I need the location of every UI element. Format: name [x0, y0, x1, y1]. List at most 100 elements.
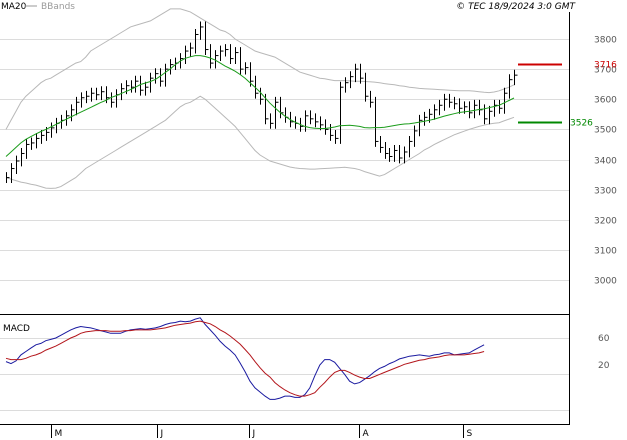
price-tick-label: 3500: [594, 126, 617, 136]
price-bar: [145, 81, 149, 96]
price-bar: [116, 89, 120, 108]
price-bar: [51, 122, 55, 138]
price-bar: [185, 45, 189, 65]
bband-lower-line: [5, 95, 515, 189]
price-bar: [21, 148, 25, 167]
price-bar: [394, 145, 398, 162]
price-bar: [86, 90, 90, 104]
price-marker-label: 3526: [570, 119, 593, 129]
ma20-line: [5, 55, 515, 157]
price-bar: [449, 93, 453, 108]
price-bar: [235, 47, 239, 65]
price-bar: [140, 75, 144, 96]
macd-title: MACD: [3, 324, 30, 334]
price-bar: [335, 129, 339, 144]
price-bar: [444, 93, 448, 111]
price-bar: [31, 137, 35, 150]
price-bar: [160, 68, 164, 87]
price-bar: [305, 110, 309, 132]
price-bar: [165, 63, 169, 87]
macd-line: [5, 317, 485, 400]
price-bar: [36, 132, 40, 149]
price-bar: [350, 71, 354, 89]
price-bar: [215, 50, 219, 69]
price-bar: [205, 21, 209, 55]
macd-tick-label: 20: [598, 361, 610, 371]
price-bar: [81, 92, 85, 108]
macd-signal-line: [5, 320, 485, 397]
price-bar: [414, 125, 418, 147]
price-bar: [190, 42, 194, 57]
price-bar: [365, 72, 369, 102]
macd-panel: MACD 60 20: [0, 317, 610, 411]
price-bar: [385, 142, 389, 159]
price-bar: [494, 99, 498, 117]
price-bar: [6, 172, 10, 183]
price-tick-label: 3300: [594, 187, 617, 197]
price-bar: [111, 92, 115, 108]
price-bar: [225, 44, 229, 57]
price-bar: [325, 119, 329, 135]
price-bar: [489, 105, 493, 125]
price-bar: [409, 136, 413, 158]
price-bar: [150, 72, 154, 93]
price-bar: [56, 117, 60, 134]
price-bar: [96, 87, 100, 101]
price-bar: [479, 99, 483, 116]
price-bar: [340, 81, 344, 144]
price-tick-label: 3100: [594, 247, 617, 257]
price-tick-label: 3800: [594, 36, 617, 46]
price-bar: [424, 111, 428, 126]
price-bar: [121, 83, 125, 101]
price-bar: [504, 87, 508, 114]
price-bar: [135, 75, 139, 93]
macd-y-axis: 60 20: [598, 334, 610, 371]
x-axis: MJJAS: [51, 424, 473, 439]
price-bar: [434, 104, 438, 120]
legend-ma20-label: MA20: [1, 2, 27, 12]
price-bar: [195, 29, 199, 54]
price-bar: [126, 80, 130, 95]
price-bar: [380, 136, 384, 153]
price-tick-label: 3000: [594, 277, 617, 287]
price-tick-label: 3600: [594, 96, 617, 106]
price-bar: [16, 155, 20, 174]
price-bar: [355, 63, 359, 83]
price-bar: [220, 45, 224, 61]
price-bar: [245, 62, 249, 75]
price-bar: [375, 96, 379, 147]
price-bar: [285, 107, 289, 123]
price-bar: [275, 96, 279, 129]
price-bar: [345, 77, 349, 93]
price-bar: [429, 108, 433, 123]
price-bar: [484, 104, 488, 125]
x-tick-label: M: [55, 429, 63, 439]
x-tick-label: J: [252, 429, 256, 439]
price-bar: [389, 148, 393, 162]
stock-chart: MA20 BBands © TEC 18/9/2024 3:0 GMT 3800…: [0, 2, 617, 439]
price-tick-label: 3400: [594, 157, 617, 167]
copyright-text: © TEC 18/9/2024 3:0 GMT: [456, 2, 576, 12]
price-y-axis: 380037003600350034003300320031003000: [594, 36, 617, 287]
price-gridlines: [0, 39, 569, 281]
price-panel: 380037003600350034003300320031003000 371…: [0, 8, 617, 287]
chart-header: MA20 BBands © TEC 18/9/2024 3:0 GMT: [1, 2, 577, 12]
price-bar: [499, 99, 503, 114]
price-bar: [315, 113, 319, 128]
price-bar: [155, 68, 159, 84]
price-bar: [101, 86, 105, 101]
price-bar: [200, 21, 204, 40]
x-tick-label: A: [363, 429, 370, 439]
price-bar: [26, 139, 30, 159]
price-bar: [71, 104, 75, 122]
macd-gridlines: [0, 338, 569, 411]
price-bar: [255, 75, 259, 99]
legend-bbands-label: BBands: [41, 2, 75, 12]
price-bar: [230, 44, 234, 65]
price-bar: [419, 114, 423, 137]
price-bar: [469, 101, 473, 119]
price-bar: [41, 129, 45, 144]
price-bar: [439, 99, 443, 116]
price-bar: [260, 87, 264, 105]
price-bar: [514, 69, 518, 86]
